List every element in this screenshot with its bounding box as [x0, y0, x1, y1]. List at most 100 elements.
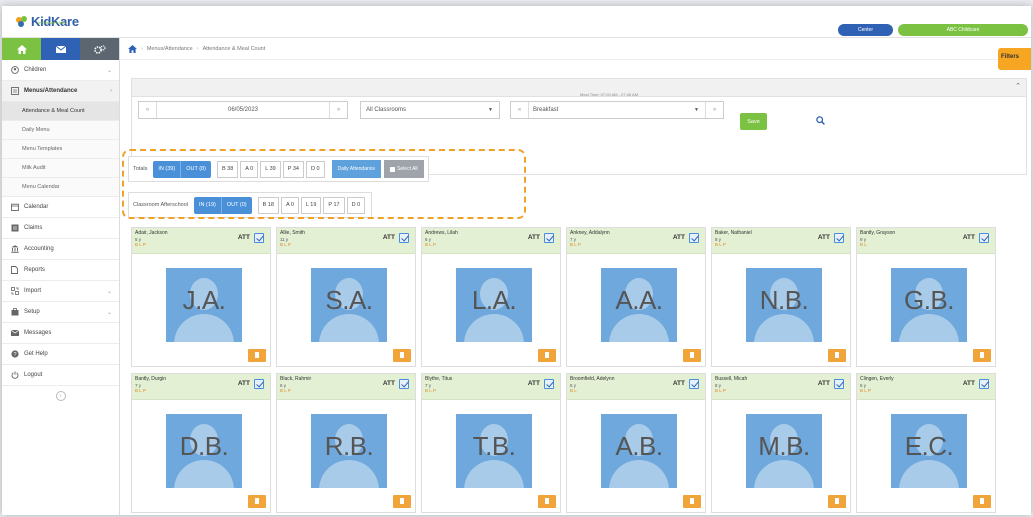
attendance-checkbox[interactable] — [399, 233, 409, 243]
attendance-checkbox[interactable] — [834, 379, 844, 389]
breadcrumb: › Menus/Attendance › Attendance & Meal C… — [120, 38, 1031, 60]
child-card[interactable]: Clingen, Everly 5 y B L P ATT E.C. — [856, 373, 996, 513]
next-date-button[interactable]: » — [329, 102, 347, 118]
previous-date-button[interactable]: « — [139, 102, 157, 118]
breadcrumb-section[interactable]: Menus/Attendance — [147, 46, 193, 52]
save-button[interactable]: Save — [740, 113, 767, 130]
report-icon — [10, 266, 19, 274]
sidebar-item-logout[interactable]: Logout — [2, 365, 119, 386]
chevron-up-icon[interactable]: ⌃ — [1015, 82, 1021, 90]
child-card[interactable]: Bantly, Durgin 7 y B L P ATT D.B. — [131, 373, 271, 513]
child-card-header: Bantly, Grayson 9 y B L ATT — [857, 228, 995, 254]
sidebar-item-accounting[interactable]: Accounting — [2, 239, 119, 260]
sidebar-item-menus-attendance[interactable]: Menus/Attendance › — [2, 81, 119, 102]
attendance-checkbox[interactable] — [979, 379, 989, 389]
meal-edit-button[interactable] — [393, 349, 411, 362]
attendance-checkbox[interactable] — [544, 233, 554, 243]
child-card[interactable]: Blythe, Titus 7 y B L P ATT T.B. — [421, 373, 561, 513]
avatar: J.A. — [166, 268, 242, 342]
sidebar-item-claims[interactable]: Claims — [2, 218, 119, 239]
sidebar-subitem-daily-menu[interactable]: Daily Menu — [2, 121, 119, 140]
child-meals: B L P — [280, 242, 291, 247]
sidebar-item-import[interactable]: Import ⌄ — [2, 281, 119, 302]
sidebar-item-setup[interactable]: Setup ⌄ — [2, 302, 119, 323]
attendance-checkbox[interactable] — [399, 379, 409, 389]
meal-select-value[interactable]: Breakfast — [533, 107, 558, 113]
classroom-select[interactable]: All Classrooms ▼ — [360, 101, 500, 119]
child-initials: A.B. — [615, 431, 663, 461]
meal-edit-button[interactable] — [248, 349, 266, 362]
attendance-status: ATT — [527, 234, 540, 241]
attendance-checkbox[interactable] — [979, 233, 989, 243]
setup-icon — [10, 308, 19, 316]
child-card-header: Black, Rahmir 6 y B L P ATT — [277, 374, 415, 400]
child-card[interactable]: Black, Rahmir 6 y B L P ATT R.B. — [276, 373, 416, 513]
filters-tab[interactable]: Filters — [998, 48, 1031, 70]
child-card[interactable]: Andrews, Lilah 6 y B L P ATT L.A. — [421, 227, 561, 367]
child-card[interactable]: Adair, Jackson 5 y B L P ATT J.A. — [131, 227, 271, 367]
organization-button[interactable]: ABC Childcare — [898, 24, 1028, 36]
meal-edit-button[interactable] — [538, 495, 556, 508]
attendance-status: ATT — [237, 234, 250, 241]
avatar: A.B. — [601, 414, 677, 488]
power-icon — [10, 371, 19, 379]
child-card[interactable]: Bantly, Grayson 9 y B L ATT G.B. — [856, 227, 996, 367]
sidebar-subitem-menu-calendar[interactable]: Menu Calendar — [2, 178, 119, 197]
child-card-header: Allie, Smith 11 y B L P ATT — [277, 228, 415, 254]
settings-button[interactable] — [80, 38, 119, 60]
child-initials: N.B. — [759, 285, 809, 315]
sidebar-subitem-milk-audit[interactable]: Milk Audit — [2, 159, 119, 178]
sidebar-item-reports[interactable]: Reports — [2, 260, 119, 281]
attendance-checkbox[interactable] — [254, 233, 264, 243]
child-card[interactable]: Bussell, Micah 8 y B L P ATT M.B. — [711, 373, 851, 513]
date-input[interactable]: 06/05/2023 — [157, 107, 329, 113]
sidebar-collapse[interactable]: ‹ — [2, 391, 119, 401]
classroom-select-value: All Classrooms — [366, 107, 407, 113]
sidebar-item-messages[interactable]: Messages — [2, 323, 119, 344]
sidebar-subitem-menu-templates[interactable]: Menu Templates — [2, 140, 119, 159]
svg-text:?: ? — [13, 352, 16, 358]
meal-edit-button[interactable] — [683, 495, 701, 508]
meal-edit-button[interactable] — [683, 349, 701, 362]
meal-edit-button[interactable] — [828, 349, 846, 362]
child-card[interactable]: Ankney, Addalynn 7 y B L P ATT A.A. — [566, 227, 706, 367]
child-card[interactable]: Baker, Nathaniel 8 y B L P ATT N.B. — [711, 227, 851, 367]
sidebar-item-get-help[interactable]: ? Get Help — [2, 344, 119, 365]
previous-meal-button[interactable]: « — [511, 102, 529, 118]
logo-subtitle: by Minute Menu — [38, 20, 67, 25]
meal-edit-button[interactable] — [393, 495, 411, 508]
meal-edit-button[interactable] — [828, 495, 846, 508]
attendance-checkbox[interactable] — [689, 233, 699, 243]
sidebar-item-label: Menus/Attendance — [24, 88, 78, 94]
caret-down-icon[interactable]: ▼ — [694, 107, 699, 113]
chevron-down-icon: ⌄ — [106, 68, 112, 74]
meal-edit-button[interactable] — [973, 349, 991, 362]
search-button[interactable] — [816, 116, 825, 127]
attendance-checkbox[interactable] — [834, 233, 844, 243]
import-icon — [10, 287, 19, 295]
attendance-checkbox[interactable] — [544, 379, 554, 389]
meal-edit-button[interactable] — [538, 349, 556, 362]
meal-edit-button[interactable] — [973, 495, 991, 508]
child-card[interactable]: Broomfield, Adelynn 5 y B L ATT A.B. — [566, 373, 706, 513]
meal-edit-button[interactable] — [248, 495, 266, 508]
highlight-annotation — [122, 149, 526, 219]
sidebar-item-label: Claims — [24, 225, 43, 231]
child-card[interactable]: Allie, Smith 11 y B L P ATT S.A. — [276, 227, 416, 367]
home-button[interactable] — [2, 38, 41, 60]
sidebar-subitem-attendance-meal-count[interactable]: Attendance & Meal Count — [2, 102, 119, 121]
avatar: D.B. — [166, 414, 242, 488]
next-meal-button[interactable]: » — [705, 102, 723, 118]
child-initials: G.B. — [903, 285, 955, 315]
child-meals: B L P — [425, 388, 436, 393]
center-button[interactable]: Center — [838, 24, 893, 36]
home-icon[interactable] — [128, 44, 137, 53]
attendance-checkbox[interactable] — [689, 379, 699, 389]
sidebar-item-label: Children — [24, 67, 47, 73]
child-initials: D.B. — [179, 431, 229, 461]
mail-button[interactable] — [41, 38, 80, 60]
attendance-checkbox[interactable] — [254, 379, 264, 389]
sidebar-item-calendar[interactable]: Calendar — [2, 197, 119, 218]
sidebar-item-children[interactable]: Children ⌄ — [2, 60, 119, 81]
breadcrumb-separator: › — [141, 45, 143, 52]
